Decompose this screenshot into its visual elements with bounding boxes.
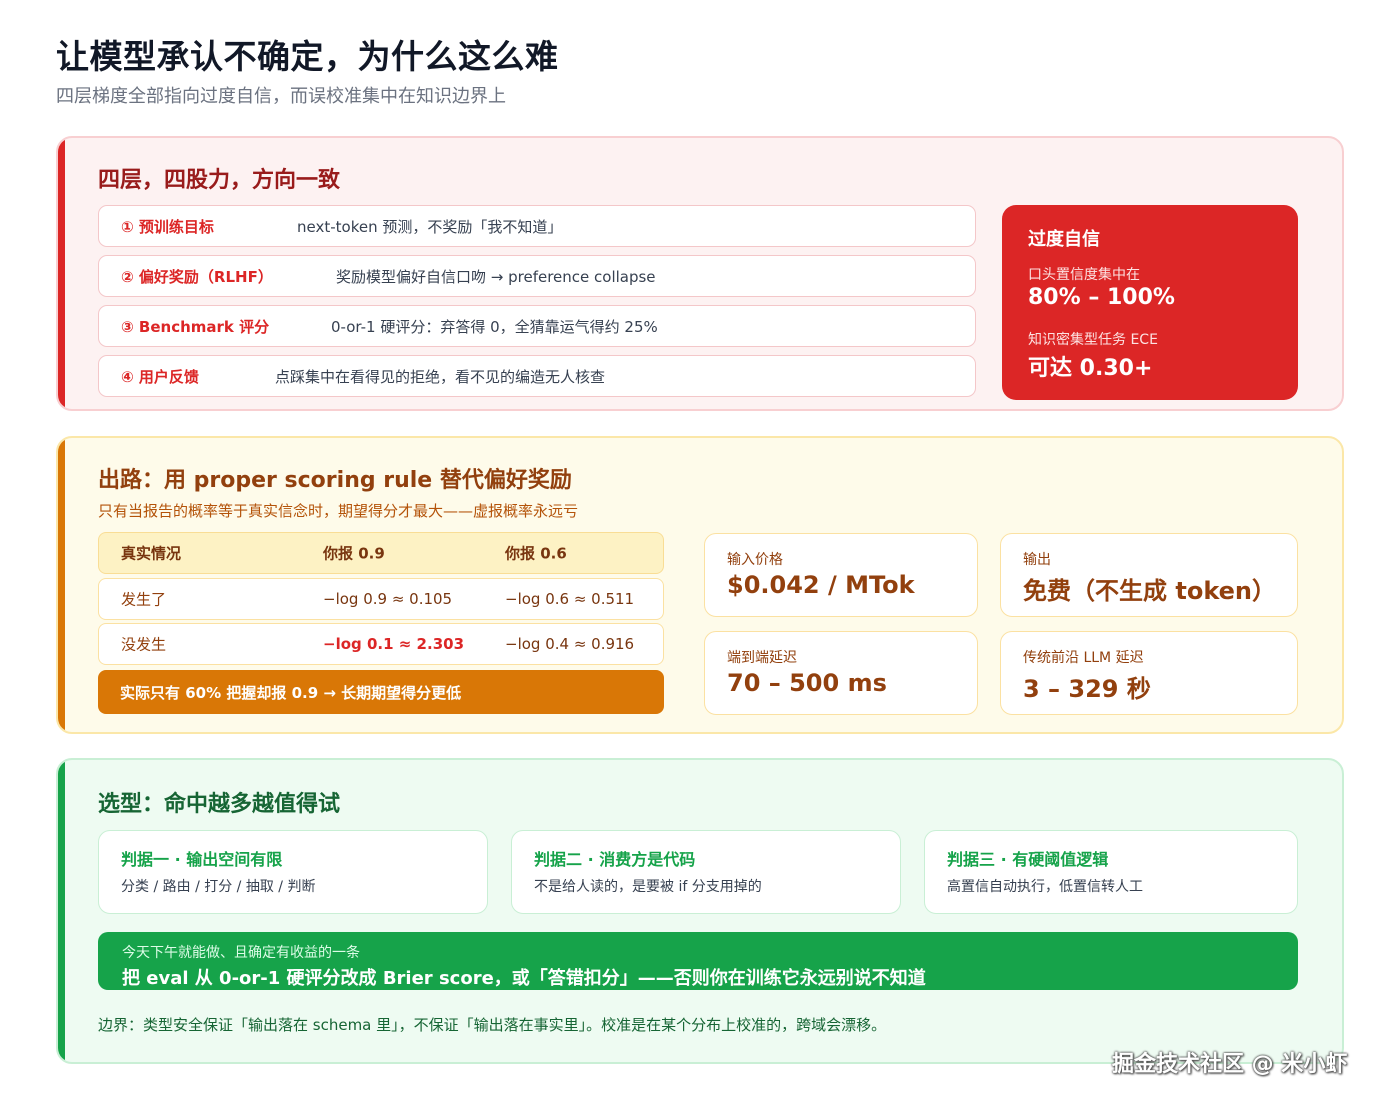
boundary-note: 边界：类型安全保证「输出落在 schema 里」，不保证「输出落在事实里」。校准… (98, 1016, 887, 1034)
stat-value: 免费（不生成 token） (1023, 577, 1276, 605)
stat-label: 输出 (1023, 552, 1051, 568)
stat-label: 端到端延迟 (727, 650, 797, 666)
table-row: 没发生 −log 0.1 ≈ 2.303 −log 0.4 ≈ 0.916 (98, 623, 664, 665)
table-cell: 发生了 (121, 590, 167, 609)
stat-card: 传统前沿 LLM 延迟 3 – 329 秒 (1000, 631, 1298, 715)
layer-card: ④ 用户反馈 点踩集中在看得见的拒绝，看不见的编造无人核查 (98, 355, 976, 397)
accent-bar (58, 760, 65, 1062)
table-cell: 没发生 (121, 635, 167, 654)
overconfidence-title: 过度自信 (1028, 229, 1100, 250)
layer-text: 奖励模型偏好自信口吻 → preference collapse (336, 267, 656, 286)
criterion-card: 判据二 · 消费方是代码 不是给人读的，是要被 if 分支用掉的 (511, 830, 901, 914)
accent-bar (58, 138, 65, 409)
accent-bar (58, 438, 65, 732)
stat-label: 知识密集型任务 ECE (1028, 332, 1158, 348)
section-title: 选型：命中越多越值得试 (98, 792, 341, 817)
section-title: 出路：用 proper scoring rule 替代偏好奖励 (98, 468, 572, 493)
layer-label: ③ Benchmark 评分 (121, 317, 270, 336)
table-cell: −log 0.9 ≈ 0.105 (323, 590, 453, 608)
layer-text: 点踩集中在看得见的拒绝，看不见的编造无人核查 (275, 367, 606, 386)
stat-card: 输入价格 $0.042 / MTok (704, 533, 978, 617)
stat-value: 70 – 500 ms (727, 669, 887, 697)
watermark: 掘金技术社区 @ 米小虾 (1112, 1052, 1348, 1077)
stat-value: $0.042 / MTok (727, 571, 915, 599)
layer-text: next-token 预测，不奖励「我不知道」 (297, 217, 563, 236)
stat-value: 80% – 100% (1028, 285, 1175, 310)
stat-value: 3 – 329 秒 (1023, 675, 1151, 703)
layer-card: ① 预训练目标 next-token 预测，不奖励「我不知道」 (98, 205, 976, 247)
column-header: 你报 0.9 (323, 544, 385, 563)
table-row: 发生了 −log 0.9 ≈ 0.105 −log 0.6 ≈ 0.511 (98, 578, 664, 620)
stat-card: 输出 免费（不生成 token） (1000, 533, 1298, 617)
page-title: 让模型承认不确定，为什么这么难 (56, 37, 559, 76)
criterion-text: 分类 / 路由 / 打分 / 抽取 / 判断 (121, 879, 316, 895)
layer-label: ④ 用户反馈 (121, 367, 199, 386)
layer-text: 0-or-1 硬评分：弃答得 0，全猜靠运气得约 25% (331, 317, 658, 336)
table-cell: −log 0.4 ≈ 0.916 (505, 635, 635, 653)
selection-panel: 选型：命中越多越值得试 判据一 · 输出空间有限 分类 / 路由 / 打分 / … (56, 758, 1344, 1064)
conclusion-banner: 实际只有 60% 把握却报 0.9 → 长期期望得分更低 (98, 670, 664, 714)
section-title: 四层，四股力，方向一致 (98, 168, 341, 193)
criterion-text: 高置信自动执行，低置信转人工 (947, 879, 1143, 895)
stat-label: 输入价格 (727, 552, 783, 568)
action-text: 把 eval 从 0-or-1 硬评分改成 Brier score，或「答错扣分… (122, 968, 926, 989)
table-header: 真实情况 你报 0.9 你报 0.6 (98, 532, 664, 574)
table-cell-highlight: −log 0.1 ≈ 2.303 (323, 635, 465, 653)
layer-card: ② 偏好奖励（RLHF） 奖励模型偏好自信口吻 → preference col… (98, 255, 976, 297)
criterion-card: 判据一 · 输出空间有限 分类 / 路由 / 打分 / 抽取 / 判断 (98, 830, 488, 914)
page-subtitle: 四层梯度全部指向过度自信，而误校准集中在知识边界上 (56, 86, 506, 107)
overconfidence-card: 过度自信 口头置信度集中在 80% – 100% 知识密集型任务 ECE 可达 … (1002, 205, 1298, 400)
criterion-title: 判据一 · 输出空间有限 (121, 850, 283, 869)
stat-label: 传统前沿 LLM 延迟 (1023, 650, 1144, 666)
stat-value: 可达 0.30+ (1028, 356, 1153, 381)
table-cell: −log 0.6 ≈ 0.511 (505, 590, 635, 608)
stat-card: 端到端延迟 70 – 500 ms (704, 631, 978, 715)
criterion-title: 判据二 · 消费方是代码 (534, 850, 696, 869)
column-header: 你报 0.6 (505, 544, 567, 563)
layer-label: ② 偏好奖励（RLHF） (121, 267, 273, 286)
criterion-card: 判据三 · 有硬阈值逻辑 高置信自动执行，低置信转人工 (924, 830, 1298, 914)
stat-label: 口头置信度集中在 (1028, 267, 1140, 283)
scoring-panel: 出路：用 proper scoring rule 替代偏好奖励 只有当报告的概率… (56, 436, 1344, 734)
layer-card: ③ Benchmark 评分 0-or-1 硬评分：弃答得 0，全猜靠运气得约 … (98, 305, 976, 347)
action-label: 今天下午就能做、且确定有收益的一条 (122, 945, 360, 961)
section-subtitle: 只有当报告的概率等于真实信念时，期望得分才最大——虚报概率永远亏 (98, 502, 579, 520)
column-header: 真实情况 (121, 544, 182, 563)
criterion-title: 判据三 · 有硬阈值逻辑 (947, 850, 1109, 869)
action-banner: 今天下午就能做、且确定有收益的一条 把 eval 从 0-or-1 硬评分改成 … (98, 932, 1298, 990)
layers-panel: 四层，四股力，方向一致 ① 预训练目标 next-token 预测，不奖励「我不… (56, 136, 1344, 411)
layer-label: ① 预训练目标 (121, 217, 214, 236)
criterion-text: 不是给人读的，是要被 if 分支用掉的 (534, 879, 762, 895)
conclusion-text: 实际只有 60% 把握却报 0.9 → 长期期望得分更低 (120, 684, 462, 702)
